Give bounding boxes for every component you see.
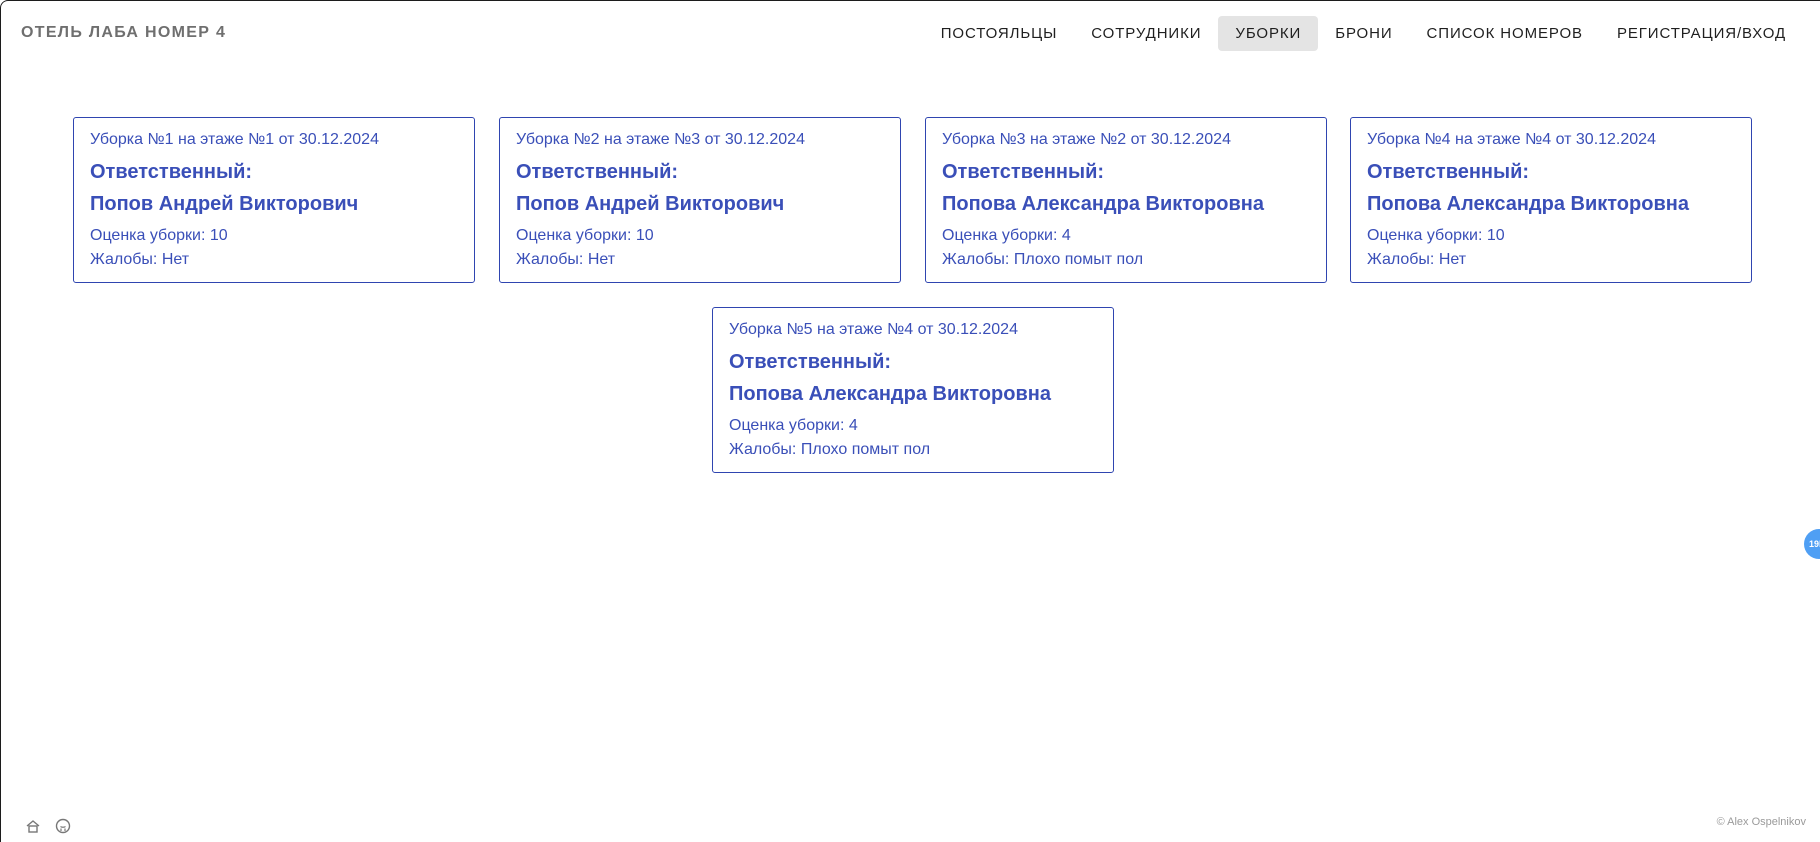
copyright-text: © Alex Ospelnikov <box>1716 816 1806 828</box>
nav-register-login[interactable]: РЕГИСТРАЦИЯ/ВХОД <box>1600 16 1803 51</box>
nav-rooms-list[interactable]: СПИСОК НОМЕРОВ <box>1410 16 1600 51</box>
responsible-name: Попов Андрей Викторович <box>516 193 785 215</box>
responsible-label: Ответственный: <box>729 351 892 373</box>
cleaning-score: Оценка уборки: 10 <box>516 227 654 244</box>
complaints: Жалобы: Плохо помыт пол <box>729 441 931 458</box>
cleaning-card: Уборка №3 на этаже №2 от 30.12.2024 Отве… <box>925 117 1327 283</box>
app-window: ОТЕЛЬ ЛАБА НОМЕР 4 ПОСТОЯЛЬЦЫ СОТРУДНИКИ… <box>0 0 1820 842</box>
card-title: Уборка №3 на этаже №2 от 30.12.2024 <box>942 131 1231 148</box>
responsible-label: Ответственный: <box>90 161 253 183</box>
cleaning-score: Оценка уборки: 10 <box>1367 227 1505 244</box>
cleaning-score: Оценка уборки: 4 <box>729 417 858 434</box>
card-title: Уборка №4 на этаже №4 от 30.12.2024 <box>1367 131 1656 148</box>
cleaning-card: Уборка №5 на этаже №4 от 30.12.2024 Отве… <box>712 307 1114 473</box>
complaints: Жалобы: Нет <box>1367 251 1467 268</box>
complaints: Жалобы: Нет <box>90 251 190 268</box>
cleaning-score: Оценка уборки: 4 <box>942 227 1071 244</box>
side-floating-badge[interactable]: 19M <box>1804 529 1820 559</box>
nav-cleanings[interactable]: УБОРКИ <box>1218 15 1319 51</box>
cleaning-score: Оценка уборки: 10 <box>90 227 228 244</box>
cleaning-card: Уборка №1 на этаже №1 от 30.12.2024 Отве… <box>73 117 475 283</box>
top-app-bar: ОТЕЛЬ ЛАБА НОМЕР 4 ПОСТОЯЛЬЦЫ СОТРУДНИКИ… <box>1 1 1820 65</box>
card-title: Уборка №2 на этаже №3 от 30.12.2024 <box>516 131 805 148</box>
nav-residents[interactable]: ПОСТОЯЛЬЦЫ <box>924 16 1075 51</box>
github-icon[interactable] <box>55 818 71 834</box>
main-nav: ПОСТОЯЛЬЦЫ СОТРУДНИКИ УБОРКИ БРОНИ СПИСО… <box>924 15 1803 51</box>
complaints: Жалобы: Плохо помыт пол <box>942 251 1144 268</box>
card-title: Уборка №5 на этаже №4 от 30.12.2024 <box>729 321 1018 338</box>
responsible-name: Попова Александра Викторовна <box>942 193 1264 215</box>
nav-staff[interactable]: СОТРУДНИКИ <box>1074 16 1218 51</box>
cleaning-card: Уборка №2 на этаже №3 от 30.12.2024 Отве… <box>499 117 901 283</box>
card-title: Уборка №1 на этаже №1 от 30.12.2024 <box>90 131 379 148</box>
responsible-name: Попова Александра Викторовна <box>729 383 1051 405</box>
complaints: Жалобы: Нет <box>516 251 616 268</box>
responsible-label: Ответственный: <box>942 161 1105 183</box>
cleaning-card: Уборка №4 на этаже №4 от 30.12.2024 Отве… <box>1350 117 1752 283</box>
responsible-name: Попов Андрей Викторович <box>90 193 359 215</box>
home-icon[interactable] <box>25 818 41 834</box>
brand-title: ОТЕЛЬ ЛАБА НОМЕР 4 <box>21 24 227 41</box>
responsible-label: Ответственный: <box>1367 161 1530 183</box>
nav-bookings[interactable]: БРОНИ <box>1318 16 1409 51</box>
responsible-label: Ответственный: <box>516 161 679 183</box>
footer-icons <box>25 818 71 834</box>
responsible-name: Попова Александра Викторовна <box>1367 193 1689 215</box>
